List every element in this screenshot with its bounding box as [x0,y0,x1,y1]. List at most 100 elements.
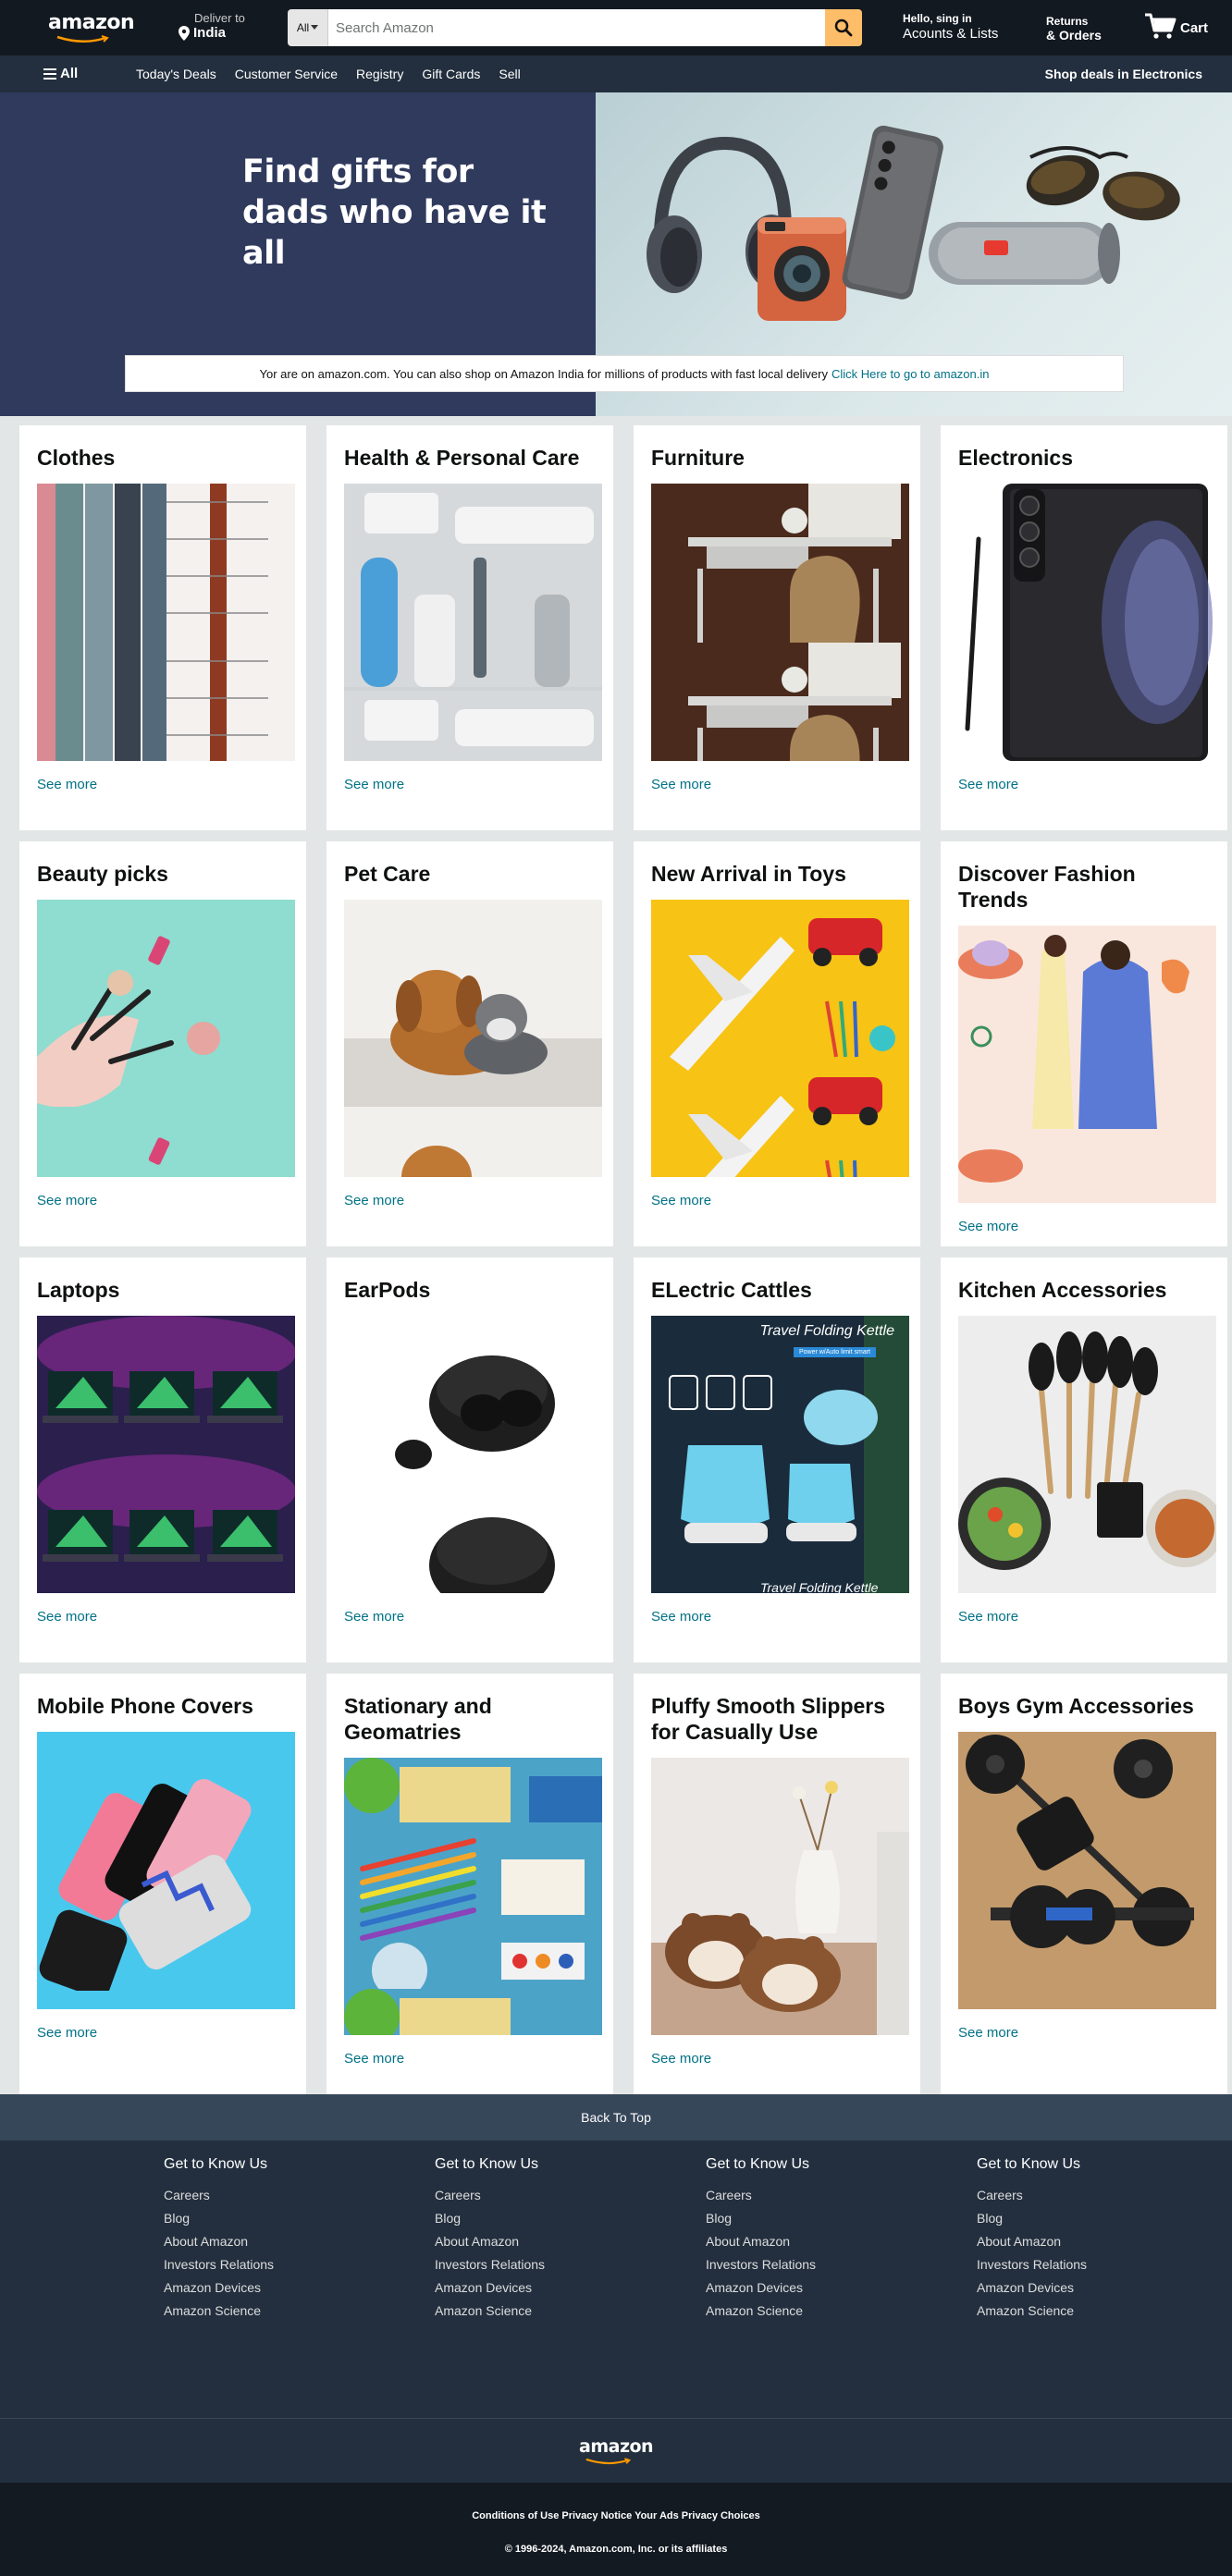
see-more-link[interactable]: See more [37,777,289,792]
footer-link-careers[interactable]: Careers [164,2184,274,2207]
category-card-electronics[interactable]: Electronics See more [941,425,1227,830]
legal-link-conditions[interactable]: Conditions of Use [472,2510,559,2521]
fashion-image[interactable] [958,926,1216,1203]
category-card-kitchen[interactable]: Kitchen Accessories See more [941,1257,1227,1662]
see-more-link[interactable]: See more [344,2051,596,2067]
footer-link-blog[interactable]: Blog [435,2207,545,2230]
subnav-links: Today's Deals Customer Service Registry … [136,67,521,81]
footer-link-science[interactable]: Amazon Science [435,2300,545,2323]
deliver-to[interactable]: Deliver to India [178,11,245,41]
electronics-image[interactable] [958,484,1216,761]
footer-link-science[interactable]: Amazon Science [706,2300,816,2323]
see-more-link[interactable]: See more [958,777,1210,792]
kitchen-image[interactable] [958,1316,1216,1593]
see-more-link[interactable]: See more [37,1193,289,1208]
category-card-laptops[interactable]: Laptops See more [19,1257,306,1662]
footer-link-science[interactable]: Amazon Science [977,2300,1087,2323]
footer-link-about[interactable]: About Amazon [706,2230,816,2253]
beauty-image[interactable] [37,900,295,1177]
category-card-furniture[interactable]: Furniture See more [634,425,920,830]
account-lists[interactable]: Hello, sing in Acounts & Lists [903,12,998,42]
slippers-image[interactable] [651,1758,909,2035]
kettle-image[interactable]: Travel Folding Kettle Power w/Auto limit… [651,1316,909,1593]
footer-link-investors[interactable]: Investors Relations [164,2253,274,2276]
category-card-electric-kettles[interactable]: ELectric Cattles Travel Folding Kettle P… [634,1257,920,1662]
footer-link-careers[interactable]: Careers [977,2184,1087,2207]
amazon-logo[interactable]: amazon [48,11,135,44]
category-card-fashion[interactable]: Discover Fashion Trends See more [941,841,1227,1246]
clothes-image[interactable] [37,484,295,761]
locale-notice-link[interactable]: Click Here to go to amazon.in [832,367,990,381]
category-card-gym[interactable]: Boys Gym Accessories See more [941,1674,1227,2094]
card-title: Pet Care [344,862,431,886]
category-card-toys[interactable]: New Arrival in Toys See more [634,841,920,1246]
footer-link-careers[interactable]: Careers [706,2184,816,2207]
footer-link-about[interactable]: About Amazon [435,2230,545,2253]
see-more-link[interactable]: See more [344,1609,596,1625]
returns-orders[interactable]: Returns & Orders [1046,15,1102,43]
legal-link-privacy[interactable]: Privacy Notice [561,2510,632,2521]
search-input[interactable] [328,9,825,46]
subnav-link-gift-cards[interactable]: Gift Cards [422,67,480,81]
laptops-image[interactable] [37,1316,295,1593]
pets-image[interactable] [344,900,602,1177]
footer-link-investors[interactable]: Investors Relations [977,2253,1087,2276]
smartphone-image [842,125,943,300]
stationery-image[interactable] [344,1758,602,2035]
hero-banner[interactable]: Find gifts for dads who have it all Yor … [0,92,1232,416]
footer-logo[interactable]: amazon [0,2419,1232,2483]
footer-link-devices[interactable]: Amazon Devices [706,2276,816,2300]
see-more-link[interactable]: See more [344,777,596,792]
footer-link-investors[interactable]: Investors Relations [706,2253,816,2276]
category-card-stationery[interactable]: Stationary and Geomatries See more [326,1674,613,2094]
subnav-link-sell[interactable]: Sell [499,67,520,81]
category-card-phone-covers[interactable]: Mobile Phone Covers See more [19,1674,306,2094]
see-more-link[interactable]: See more [37,1609,289,1625]
footer-link-blog[interactable]: Blog [706,2207,816,2230]
cart-button[interactable]: Cart [1144,12,1208,40]
search-button[interactable] [825,9,862,46]
subnav-link-registry[interactable]: Registry [356,67,403,81]
phone-covers-image[interactable] [37,1732,295,2009]
gym-image[interactable] [958,1732,1216,2009]
toys-image[interactable] [651,900,909,1177]
see-more-link[interactable]: See more [958,1609,1210,1625]
footer-link-about[interactable]: About Amazon [164,2230,274,2253]
see-more-link[interactable]: See more [651,1609,903,1625]
see-more-link[interactable]: See more [651,1193,903,1208]
footer-link-devices[interactable]: Amazon Devices [164,2276,274,2300]
category-card-slippers[interactable]: Pluffy Smooth Slippers for Casually Use … [634,1674,920,2094]
search-category-select[interactable]: All [288,9,328,46]
see-more-link[interactable]: See more [651,777,903,792]
card-title: Discover Fashion Trends [958,862,1136,912]
footer-link-about[interactable]: About Amazon [977,2230,1087,2253]
earpods-image[interactable] [344,1316,602,1593]
footer-link-devices[interactable]: Amazon Devices [435,2276,545,2300]
footer-link-science[interactable]: Amazon Science [164,2300,274,2323]
see-more-link[interactable]: See more [37,2025,289,2041]
all-menu-button[interactable]: All [43,66,78,81]
health-image[interactable] [344,484,602,761]
see-more-link[interactable]: See more [958,1219,1210,1234]
subnav-promo-link[interactable]: Shop deals in Electronics [1045,67,1202,81]
see-more-link[interactable]: See more [344,1193,596,1208]
subnav-link-todays-deals[interactable]: Today's Deals [136,67,216,81]
footer-column-heading: Get to Know Us [706,2156,810,2172]
footer-link-blog[interactable]: Blog [977,2207,1087,2230]
see-more-link[interactable]: See more [651,2051,903,2067]
subnav-link-customer-service[interactable]: Customer Service [235,67,338,81]
footer-column: Get to Know Us Careers Blog About Amazon… [435,2156,545,2323]
footer-link-careers[interactable]: Careers [435,2184,545,2207]
see-more-link[interactable]: See more [958,2025,1210,2041]
furniture-image[interactable] [651,484,909,761]
back-to-top-button[interactable]: Back To Top [0,2094,1232,2141]
footer-link-devices[interactable]: Amazon Devices [977,2276,1087,2300]
footer-link-investors[interactable]: Investors Relations [435,2253,545,2276]
legal-link-ads-privacy[interactable]: Your Ads Privacy Choices [634,2510,760,2521]
category-card-health[interactable]: Health & Personal Care See more [326,425,613,830]
category-card-clothes[interactable]: Clothes See more [19,425,306,830]
category-card-beauty[interactable]: Beauty picks See more [19,841,306,1246]
category-card-pet-care[interactable]: Pet Care See more [326,841,613,1246]
footer-link-blog[interactable]: Blog [164,2207,274,2230]
category-card-earpods[interactable]: EarPods See more [326,1257,613,1662]
